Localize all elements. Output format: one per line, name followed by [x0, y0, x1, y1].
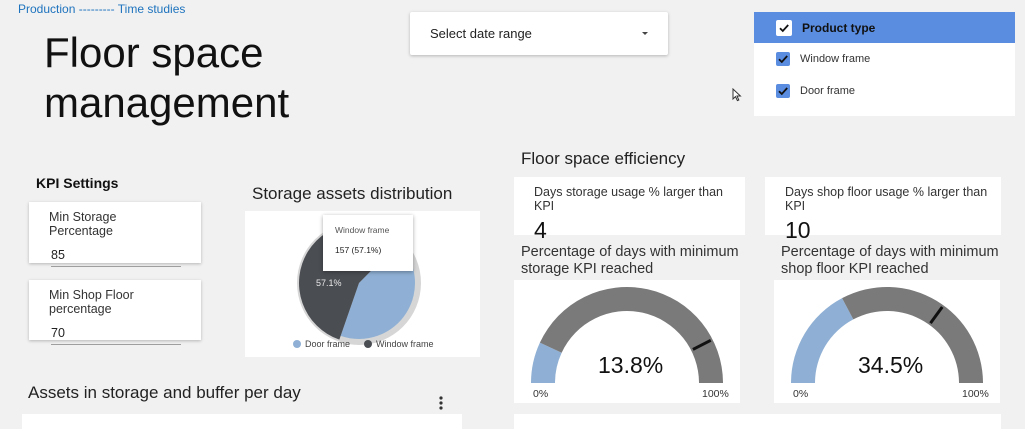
- checkbox-check-icon[interactable]: [776, 52, 790, 66]
- shop-gauge: 34.5% 0% 100%: [774, 280, 1000, 403]
- floor-efficiency-title: Floor space efficiency: [521, 149, 686, 168]
- storage-days-label: Days storage usage % larger than KPI: [534, 185, 723, 213]
- pie-tooltip: Window frame 157 (57.1%): [323, 215, 413, 271]
- min-storage-input[interactable]: 85: [51, 248, 181, 267]
- page-title-line1: Floor space: [44, 29, 264, 76]
- storage-gauge-value: 13.8%: [598, 352, 664, 378]
- product-option-label: Door frame: [800, 85, 856, 97]
- more-vert-icon[interactable]: [437, 395, 445, 411]
- min-shop-floor-card: Min Shop Floor percentage 70: [29, 280, 201, 345]
- storage-gauge-min: 0%: [533, 388, 549, 400]
- legend-item-door-frame[interactable]: Door frame: [293, 339, 350, 349]
- storage-gauge: 13.8% 0% 100%: [514, 280, 740, 403]
- shop-gauge-min: 0%: [793, 388, 809, 400]
- assets-per-day-chart: [22, 414, 462, 429]
- storage-gauge-max: 100%: [702, 388, 729, 400]
- product-option-window-frame[interactable]: Window frame: [754, 43, 1015, 75]
- storage-gauge-svg: [531, 286, 723, 383]
- checkbox-check-icon[interactable]: [776, 84, 790, 98]
- shop-days-value: 10: [785, 217, 811, 243]
- page-title-line2: management: [44, 79, 290, 126]
- shop-days-label: Days shop floor usage % larger than KPI: [785, 185, 988, 213]
- legend-item-window-frame[interactable]: Window frame: [364, 339, 434, 349]
- pie-slice-label: 57.1%: [316, 278, 342, 288]
- breadcrumb: Production --------- Time studies: [18, 2, 185, 16]
- product-option-door-frame[interactable]: Door frame: [754, 75, 1015, 107]
- shop-gauge-svg: [791, 287, 983, 383]
- breadcrumb-separator: ---------: [75, 2, 118, 16]
- shop-days-card: Days shop floor usage % larger than KPI …: [765, 177, 1001, 243]
- breadcrumb-current[interactable]: Time studies: [118, 2, 186, 16]
- page-title: Floor space management: [44, 28, 289, 128]
- min-storage-card: Min Storage Percentage 85: [29, 202, 201, 267]
- product-type-header-label: Product type: [802, 20, 876, 35]
- tooltip-value: 157 (57.1%): [335, 245, 382, 255]
- shop-gauge-title: Percentage of days with minimum shop flo…: [781, 244, 999, 277]
- min-shop-floor-input[interactable]: 70: [51, 326, 181, 345]
- min-shop-floor-label: Min Shop Floor percentage: [49, 288, 134, 316]
- caret-down-icon: [642, 32, 648, 35]
- product-option-label: Window frame: [800, 53, 871, 65]
- shop-gauge-max: 100%: [962, 388, 989, 400]
- assets-per-day-title: Assets in storage and buffer per day: [28, 383, 301, 402]
- mouse-cursor-icon: [732, 88, 742, 102]
- date-range-select[interactable]: Select date range: [410, 12, 668, 55]
- breadcrumb-parent[interactable]: Production: [18, 2, 75, 16]
- pie-legend: Door frame Window frame: [293, 339, 434, 349]
- storage-distribution-title: Storage assets distribution: [252, 184, 453, 203]
- kpi-settings-title: KPI Settings: [36, 175, 119, 191]
- shop-gauge-value: 34.5%: [858, 352, 924, 378]
- min-storage-label: Min Storage Percentage: [49, 210, 117, 238]
- gauge-value-arc: [791, 298, 854, 383]
- checkbox-check-icon[interactable]: [776, 19, 792, 36]
- product-type-filter: Product type Window frame Door frame: [754, 12, 1015, 116]
- storage-days-value: 4: [534, 217, 547, 243]
- bottom-right-chart: [514, 414, 1001, 429]
- date-range-label: Select date range: [430, 26, 532, 41]
- storage-days-card: Days storage usage % larger than KPI 4: [514, 177, 745, 243]
- storage-distribution-chart: 57.1% Window frame 157 (57.1%) Door fram…: [245, 211, 480, 357]
- storage-gauge-title: Percentage of days with minimum storage …: [521, 244, 739, 277]
- tooltip-label: Window frame: [335, 225, 390, 235]
- product-type-header[interactable]: Product type: [754, 12, 1015, 43]
